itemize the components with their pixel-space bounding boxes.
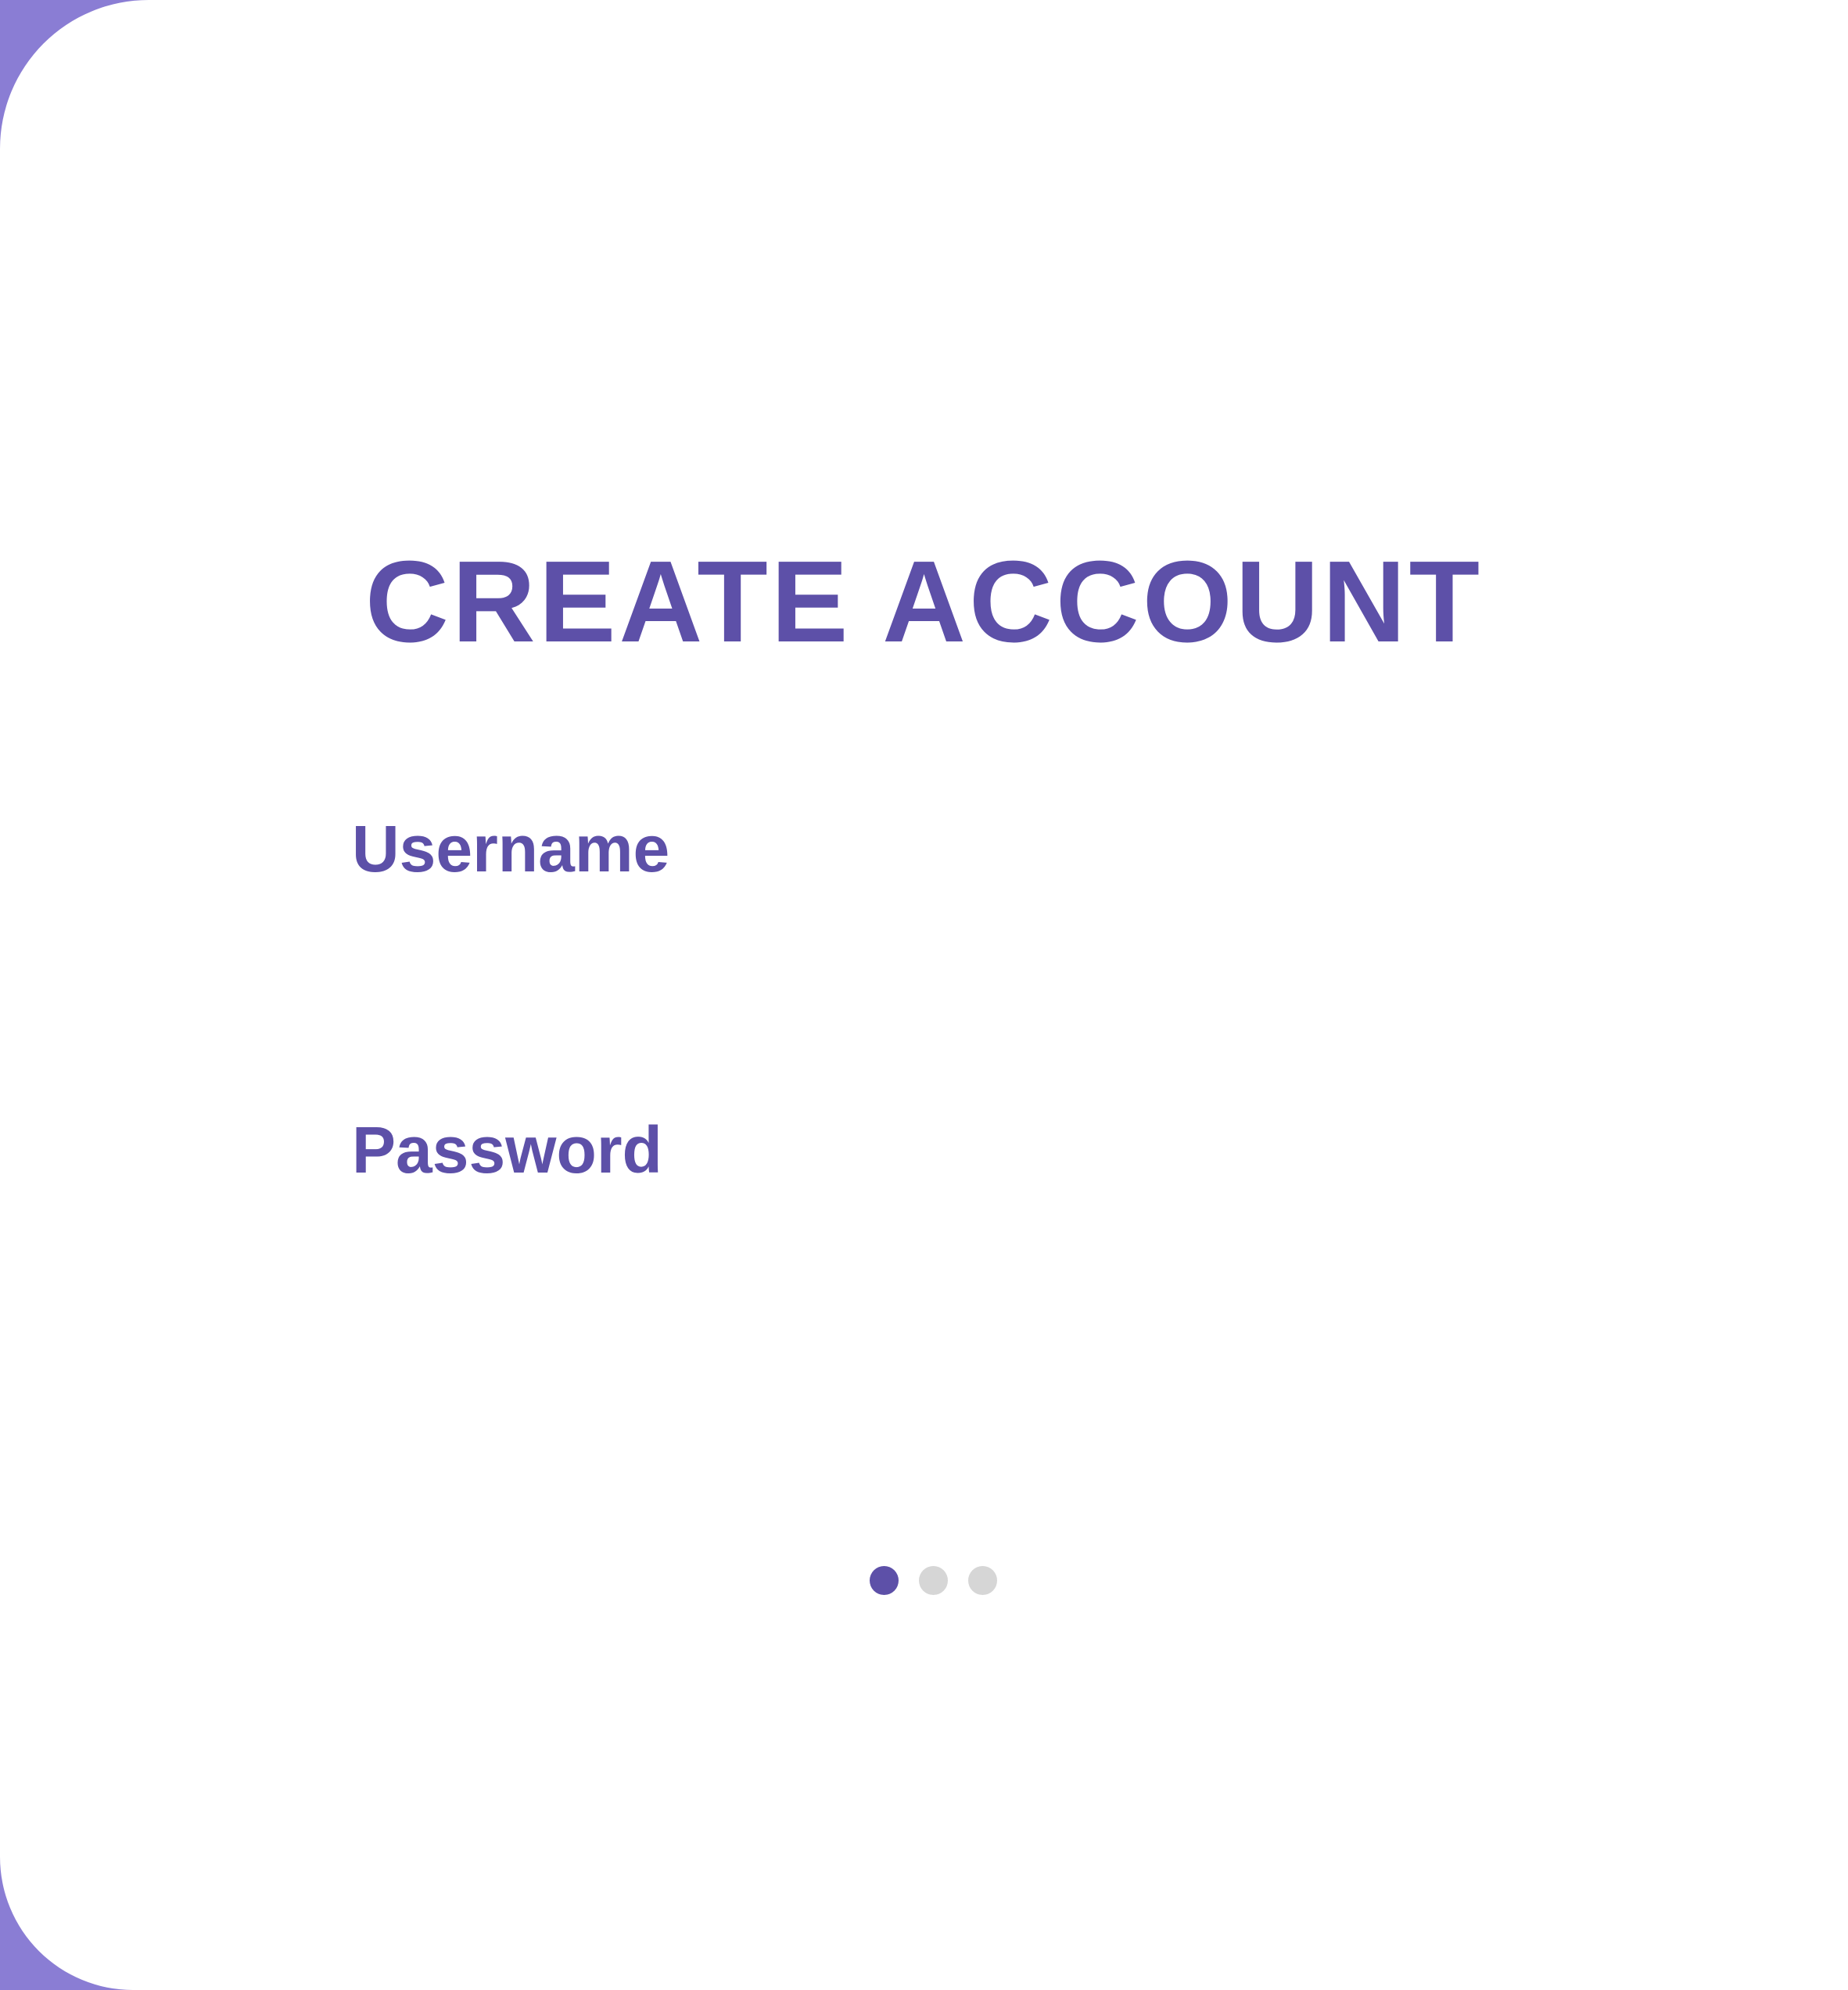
password-input[interactable] xyxy=(352,1201,1494,1295)
pagination-dot-2[interactable] xyxy=(919,1566,948,1595)
pagination-dot-3[interactable] xyxy=(968,1566,997,1595)
username-input[interactable] xyxy=(352,900,1494,993)
page-title: CREATE ACCOUNT xyxy=(364,537,1484,666)
signup-card: CREATE ACCOUNT Username Password xyxy=(0,0,1848,1990)
password-label: Password xyxy=(352,1113,662,1187)
username-label: Username xyxy=(352,812,670,885)
pagination-dot-1[interactable] xyxy=(870,1566,899,1595)
pagination-dots xyxy=(870,1566,997,1596)
